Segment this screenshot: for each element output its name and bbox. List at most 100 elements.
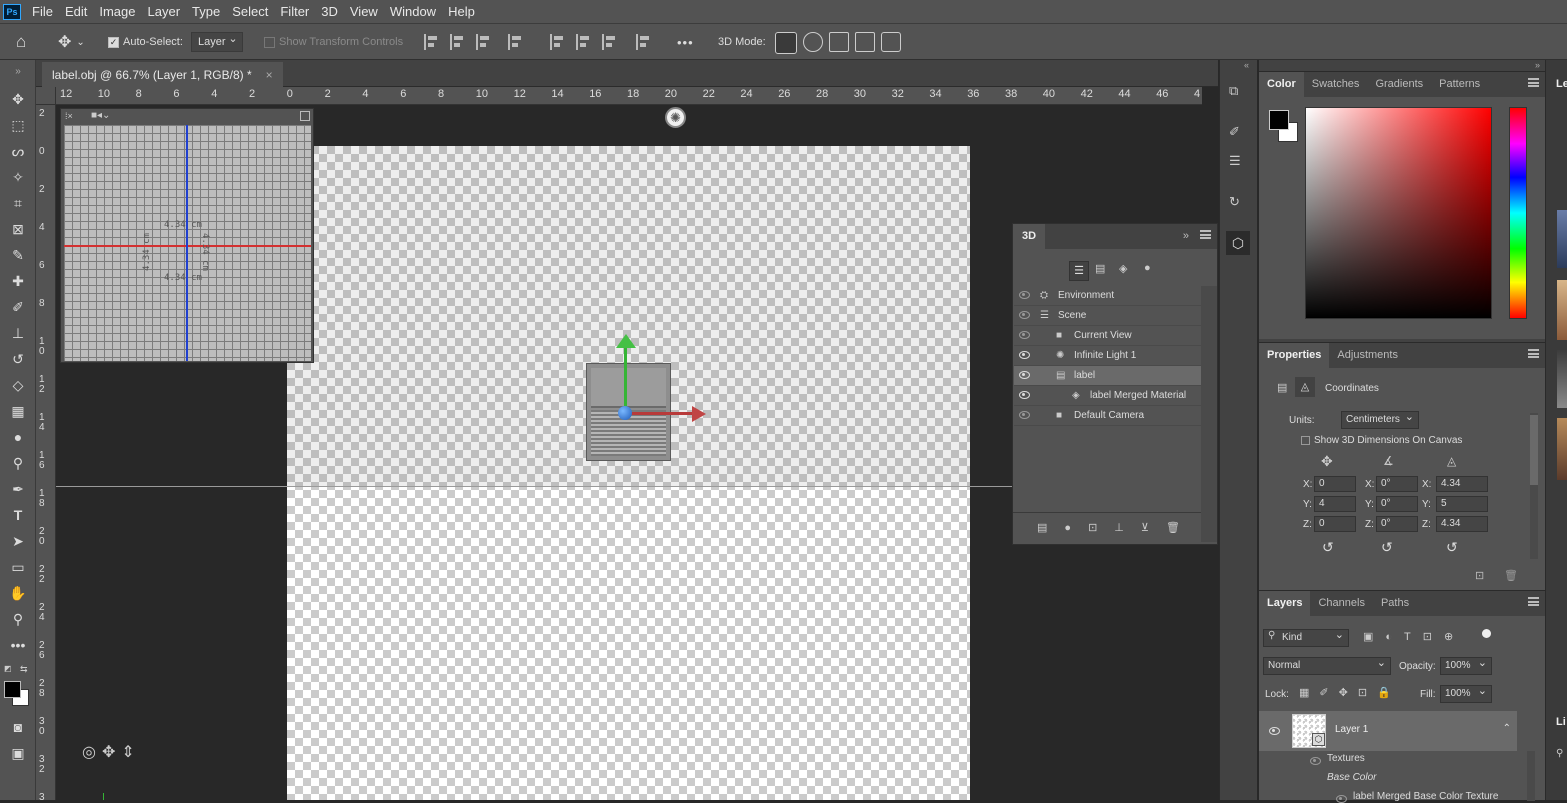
gradient-tool-icon[interactable]: ▦: [6, 400, 30, 422]
library-thumb-4[interactable]: [1557, 418, 1567, 480]
position-z-field[interactable]: 0: [1314, 516, 1356, 532]
lasso-tool-icon[interactable]: ᔕ: [6, 140, 30, 162]
menu-type[interactable]: Type: [186, 0, 226, 23]
3d-navigation-icons[interactable]: ◎✥⇕: [82, 742, 141, 762]
scene-item-label[interactable]: ▤ label: [1014, 366, 1203, 386]
foreground-color-chip[interactable]: [1269, 110, 1289, 130]
coordinates-icon[interactable]: ◬: [1295, 377, 1315, 397]
history-panel-icon[interactable]: ⧉: [1229, 83, 1238, 99]
gizmo-center-handle[interactable]: [618, 406, 632, 420]
3d-panel-icon[interactable]: ⬡: [1226, 231, 1250, 255]
orbit-3d-icon[interactable]: [775, 32, 797, 54]
rectangle-tool-icon[interactable]: ▭: [6, 556, 30, 578]
secondary-view-panel[interactable]: ⁞× ■◂⌄ 4.34 cm 4.34 cm 4.34 cm 4.34 cm: [60, 108, 314, 363]
layer-name[interactable]: Layer 1: [1335, 724, 1368, 735]
drop-icon[interactable]: ⊻: [1141, 521, 1149, 534]
foreground-color-swatch[interactable]: [4, 681, 21, 698]
filter-lights-icon[interactable]: ●: [1144, 262, 1151, 274]
mesh-properties-icon[interactable]: ▤: [1277, 381, 1287, 394]
gizmo-y-axis[interactable]: [624, 346, 627, 412]
secondary-view-grid[interactable]: 4.34 cm 4.34 cm 4.34 cm 4.34 cm: [64, 125, 311, 361]
swap-view-icon[interactable]: [300, 111, 310, 121]
filter-materials-icon[interactable]: ◈: [1119, 262, 1127, 275]
menu-image[interactable]: Image: [93, 0, 141, 23]
library-thumb-1[interactable]: [1557, 210, 1567, 268]
tab-gradients[interactable]: Gradients: [1367, 72, 1431, 97]
textures-visibility-icon[interactable]: [1310, 757, 1321, 765]
light-widget-icon[interactable]: ✺: [665, 107, 686, 128]
tab-adjustments[interactable]: Adjustments: [1329, 343, 1406, 368]
tab-paths[interactable]: Paths: [1373, 591, 1417, 616]
screen-mode-icon[interactable]: ▣: [6, 742, 30, 764]
eyedropper-tool-icon[interactable]: ✎: [6, 244, 30, 266]
ground-icon[interactable]: ⊥: [1114, 521, 1124, 534]
healing-brush-tool-icon[interactable]: ✚: [6, 270, 30, 292]
menu-help[interactable]: Help: [442, 0, 481, 23]
more-options-button[interactable]: •••: [677, 24, 694, 60]
gizmo-x-arrow[interactable]: [692, 406, 706, 422]
scene-item-scene[interactable]: ☰ Scene: [1014, 306, 1203, 326]
library-thumb-2[interactable]: [1557, 280, 1567, 340]
scale-3d-icon[interactable]: [881, 32, 901, 52]
default-colors-icon[interactable]: ◩: [4, 664, 12, 673]
blend-mode-dropdown[interactable]: Normal: [1263, 656, 1391, 675]
menu-window[interactable]: Window: [384, 0, 442, 23]
scene-item-infinite-light-1[interactable]: ✺ Infinite Light 1: [1014, 346, 1203, 366]
filter-whole-scene-icon[interactable]: ☰: [1069, 261, 1089, 281]
add-light-icon[interactable]: ●: [1064, 522, 1071, 534]
ruler-origin[interactable]: [36, 87, 56, 105]
visibility-eye-icon[interactable]: [1019, 351, 1030, 359]
filter-toggle[interactable]: [1482, 629, 1491, 638]
collapse-toolbar-icon[interactable]: »: [6, 60, 30, 82]
dodge-tool-icon[interactable]: ⚲: [6, 452, 30, 474]
menu-select[interactable]: Select: [226, 0, 274, 23]
scale-z-field[interactable]: 4.34: [1436, 516, 1488, 532]
tab-channels[interactable]: Channels: [1310, 591, 1372, 616]
delete-icon[interactable]: 🗑: [1166, 521, 1180, 534]
align-center-icon[interactable]: [450, 34, 466, 50]
tab-color[interactable]: Color: [1259, 72, 1304, 97]
lock-icons[interactable]: ▦✐✥⊡🔒: [1299, 686, 1401, 699]
frame-tool-icon[interactable]: ⊠: [6, 218, 30, 240]
camera-view-dropdown[interactable]: ■◂⌄: [91, 110, 110, 121]
blur-tool-icon[interactable]: ●: [6, 426, 30, 448]
auto-select-checkbox[interactable]: ✓ Auto-Select:: [108, 24, 183, 60]
document-close-icon[interactable]: ×: [266, 68, 273, 82]
menu-view[interactable]: View: [344, 0, 384, 23]
rotation-z-field[interactable]: 0°: [1376, 516, 1418, 532]
visibility-eye-icon[interactable]: [1019, 411, 1030, 419]
visibility-eye-icon[interactable]: [1019, 311, 1030, 319]
position-x-field[interactable]: 0: [1314, 476, 1356, 492]
brush-settings-icon[interactable]: ☰: [1229, 153, 1241, 169]
zoom-tool-icon[interactable]: ⚲: [6, 608, 30, 630]
libraries-tab[interactable]: Le: [1556, 78, 1567, 90]
fill-field[interactable]: 100%: [1440, 684, 1492, 703]
tab-properties[interactable]: Properties: [1259, 343, 1330, 368]
scene-item-environment[interactable]: ⛭ Environment: [1014, 286, 1203, 306]
layers-scrollbar[interactable]: [1527, 751, 1535, 801]
collapse-right-panels-icon[interactable]: »: [1535, 60, 1540, 70]
hand-tool-icon[interactable]: ✋: [6, 582, 30, 604]
path-selection-tool-icon[interactable]: ➤: [6, 530, 30, 552]
reset-position-icon[interactable]: ↺: [1322, 539, 1334, 556]
visibility-eye-icon[interactable]: [1019, 391, 1030, 399]
collapse-panel-icon[interactable]: »: [1183, 230, 1189, 242]
color-panel-menu-icon[interactable]: [1528, 78, 1539, 87]
render-icon[interactable]: ⊡: [1088, 521, 1097, 534]
layer-row-layer-1[interactable]: ⬡ Layer 1 ⌃: [1259, 711, 1517, 751]
reset-rotation-icon[interactable]: ↺: [1381, 539, 1393, 556]
layer-visibility-icon[interactable]: [1269, 727, 1280, 735]
slide-3d-icon[interactable]: [855, 32, 875, 52]
scene-item-default-camera[interactable]: ■ Default Camera: [1014, 406, 1203, 426]
stamp-tool-icon[interactable]: ⊥: [6, 322, 30, 344]
layers-menu-icon[interactable]: [1528, 597, 1539, 606]
quick-mask-icon[interactable]: ◙: [6, 716, 30, 738]
texture-visibility-icon[interactable]: [1336, 795, 1347, 803]
gizmo-y-arrow[interactable]: [616, 334, 636, 348]
drag-3d-icon[interactable]: [829, 32, 849, 52]
color-field[interactable]: [1305, 107, 1492, 319]
mesh-from-preset-icon[interactable]: ▤: [1037, 521, 1047, 534]
filter-meshes-icon[interactable]: ▤: [1095, 262, 1105, 275]
secondary-view-close-icon[interactable]: ⁞×: [65, 111, 73, 121]
layer-filter-icons[interactable]: ▣◐T⊡⊕: [1363, 630, 1465, 643]
